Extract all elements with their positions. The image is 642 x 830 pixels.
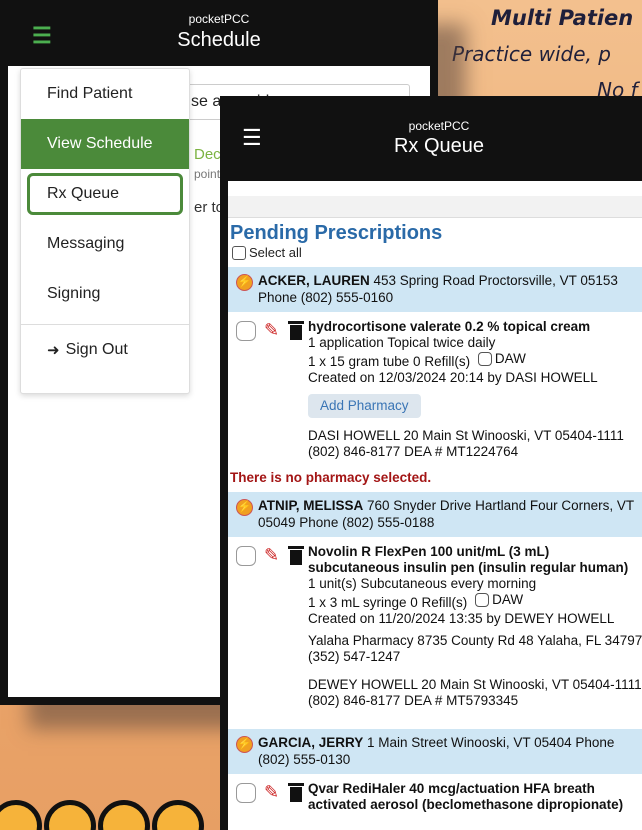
prescriber-info: DEWEY HOWELL 20 Main St Winooski, VT 054… bbox=[308, 677, 642, 708]
schedule-subtext: point bbox=[194, 167, 221, 181]
daw-label: DAW bbox=[492, 592, 524, 607]
prescription-checkbox[interactable] bbox=[236, 546, 256, 566]
drug-quantity: 1 x 15 gram tube 0 Refill(s) bbox=[308, 354, 471, 369]
prescription-checkbox[interactable] bbox=[236, 321, 256, 341]
menu-item-signing[interactable]: Signing bbox=[21, 269, 189, 319]
created-info: Created on 12/03/2024 20:14 by DASI HOWE… bbox=[308, 370, 598, 385]
lightning-bolt-icon: ⚡ bbox=[236, 274, 253, 291]
patient-name: GARCIA, JERRY bbox=[258, 735, 364, 750]
side-menu: Find Patient View Schedule Rx Queue Mess… bbox=[20, 68, 190, 394]
select-all-checkbox[interactable] bbox=[232, 245, 246, 260]
drug-name: Novolin R FlexPen 100 unit/mL (3 mL) sub… bbox=[308, 544, 629, 575]
drug-quantity: 1 x 3 mL syringe 0 Refill(s) bbox=[308, 595, 468, 610]
menu-item-find-patient[interactable]: Find Patient bbox=[21, 69, 189, 119]
created-info: Created on 11/20/2024 13:35 by DEWEY HOW… bbox=[308, 611, 615, 626]
rx-queue-screen: ☰ pocketPCC Rx Queue Pending Prescriptio… bbox=[228, 101, 642, 830]
select-all-label: Select all bbox=[249, 245, 302, 260]
daw-checkbox[interactable] bbox=[475, 593, 490, 607]
lightning-bolt-icon: ⚡ bbox=[236, 499, 253, 516]
pencil-edit-icon[interactable]: ✎ bbox=[264, 320, 279, 341]
drug-name: hydrocortisone valerate 0.2 % topical cr… bbox=[308, 319, 591, 334]
page-title: Schedule bbox=[177, 29, 261, 51]
patient-row: ⚡ ATNIP, MELISSA 760 Snyder Drive Hartla… bbox=[228, 492, 642, 537]
no-pharmacy-warning: There is no pharmacy selected. bbox=[230, 470, 432, 485]
menu-item-rx-queue[interactable]: Rx Queue bbox=[27, 173, 183, 215]
rx-header: ☰ pocketPCC Rx Queue bbox=[228, 101, 642, 181]
menu-item-messaging[interactable]: Messaging bbox=[21, 219, 189, 269]
add-pharmacy-button[interactable]: Add Pharmacy bbox=[308, 394, 421, 418]
decorative-logo bbox=[0, 800, 230, 830]
drug-sig: 1 application Topical twice daily bbox=[308, 335, 496, 350]
prescription-item: ✎ Qvar RediHaler 40 mcg/actuation HFA br… bbox=[228, 774, 642, 813]
schedule-header: ☰ pocketPCC Schedule bbox=[8, 6, 430, 66]
section-title: Pending Prescriptions bbox=[230, 222, 443, 244]
prescription-item: ✎ Novolin R FlexPen 100 unit/mL (3 mL) s… bbox=[228, 537, 642, 709]
menu-item-view-schedule[interactable]: View Schedule bbox=[21, 119, 189, 169]
background-subtitle: Practice wide, p bbox=[452, 42, 611, 66]
phone-rx-queue: ☰ pocketPCC Rx Queue Pending Prescriptio… bbox=[220, 96, 642, 830]
toolbar-band bbox=[228, 196, 642, 218]
menu-hamburger-icon[interactable]: ☰ bbox=[32, 25, 52, 47]
daw-checkbox[interactable] bbox=[477, 352, 492, 366]
trash-icon[interactable] bbox=[288, 783, 304, 802]
trash-icon[interactable] bbox=[288, 321, 304, 340]
pencil-edit-icon[interactable]: ✎ bbox=[264, 782, 279, 803]
prescription-item: ✎ hydrocortisone valerate 0.2 % topical … bbox=[228, 312, 642, 460]
pencil-edit-icon[interactable]: ✎ bbox=[264, 545, 279, 566]
rx-body: Pending Prescriptions Select all ⚡ ACKER… bbox=[228, 181, 642, 830]
sign-out-icon: ➜ bbox=[47, 342, 60, 359]
app-brand: pocketPCC bbox=[188, 12, 250, 26]
background-title: Multi Patien bbox=[491, 6, 634, 30]
trash-icon[interactable] bbox=[288, 546, 304, 565]
sign-out-label: Sign Out bbox=[65, 341, 128, 358]
pharmacy-info: Yalaha Pharmacy 8735 County Rd 48 Yalaha… bbox=[308, 633, 642, 664]
patient-row: ⚡ GARCIA, JERRY 1 Main Street Winooski, … bbox=[228, 729, 642, 774]
patient-name: ACKER, LAUREN bbox=[258, 273, 370, 288]
prescription-checkbox[interactable] bbox=[236, 783, 256, 803]
prescriber-info: DASI HOWELL 20 Main St Winooski, VT 0540… bbox=[308, 428, 624, 459]
lightning-bolt-icon: ⚡ bbox=[236, 736, 253, 753]
menu-item-sign-out[interactable]: ➜ Sign Out bbox=[21, 325, 189, 375]
patient-name: ATNIP, MELISSA bbox=[258, 498, 364, 513]
app-brand: pocketPCC bbox=[408, 119, 470, 133]
menu-hamburger-icon[interactable]: ☰ bbox=[242, 127, 262, 149]
drug-name: Qvar RediHaler 40 mcg/actuation HFA brea… bbox=[308, 781, 624, 812]
daw-label: DAW bbox=[494, 351, 526, 366]
patient-row: ⚡ ACKER, LAUREN 453 Spring Road Proctors… bbox=[228, 267, 642, 312]
schedule-date: Dec bbox=[194, 146, 221, 163]
drug-sig: 1 unit(s) Subcutaneous every morning bbox=[308, 576, 537, 591]
select-all[interactable]: Select all bbox=[232, 245, 642, 260]
page-title: Rx Queue bbox=[393, 135, 485, 157]
